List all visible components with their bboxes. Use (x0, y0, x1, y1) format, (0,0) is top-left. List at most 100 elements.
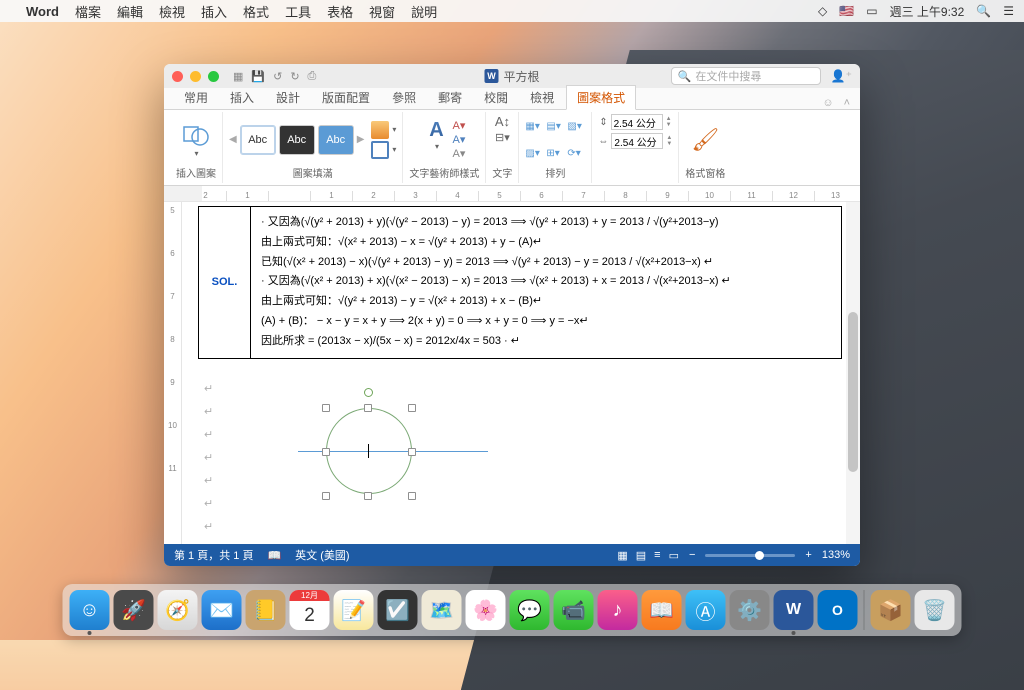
dock-ibooks[interactable]: 📖 (642, 590, 682, 630)
math-content[interactable]: · 又因為(√(y² + 2013) + y)(√(y² − 2013) − y… (251, 207, 841, 358)
tab-insert[interactable]: 插入 (220, 86, 264, 109)
menu-file[interactable]: 檔案 (75, 2, 101, 21)
resize-handle-w[interactable] (322, 448, 330, 456)
zoom-slider[interactable] (705, 554, 795, 557)
dock-launchpad[interactable]: 🚀 (114, 590, 154, 630)
resize-handle-e[interactable] (408, 448, 416, 456)
page-count[interactable]: 第 1 頁，共 1 頁 (174, 547, 253, 563)
dock-appstore[interactable]: Ⓐ (686, 590, 726, 630)
dock-calendar[interactable]: 12月2 (290, 590, 330, 630)
vertical-scrollbar[interactable] (846, 202, 860, 544)
dock-facetime[interactable]: 📹 (554, 590, 594, 630)
view-print-icon[interactable]: ▦ (617, 549, 627, 562)
dock-downloads[interactable]: 📦 (871, 590, 911, 630)
qat-save[interactable]: 💾 (251, 70, 265, 83)
position-btn[interactable]: ▦▾ (525, 121, 543, 132)
align-btn[interactable]: ⊞▾ (546, 148, 564, 159)
text-effects-btn[interactable]: A▾ (452, 147, 465, 160)
qat-btn[interactable]: ▦ (233, 70, 243, 83)
resize-handle-ne[interactable] (408, 404, 416, 412)
text-outline-btn[interactable]: A▾ (452, 133, 465, 146)
ribbon-smiley-icon[interactable]: ☺ (822, 97, 833, 109)
dock-safari[interactable]: 🧭 (158, 590, 198, 630)
qat-undo[interactable]: ↺ (273, 70, 282, 83)
style-prev[interactable]: ◀ (229, 134, 237, 145)
tab-home[interactable]: 常用 (174, 86, 218, 109)
qat-redo[interactable]: ↻ (290, 70, 299, 83)
dock-system-preferences[interactable]: ⚙️ (730, 590, 770, 630)
menu-edit[interactable]: 編輯 (117, 2, 143, 21)
shape-outline-button[interactable]: ▾ (371, 141, 396, 159)
vertical-ruler[interactable]: 5 6 7 8 9 10 11 (164, 202, 182, 544)
zoom-level[interactable]: 133% (822, 549, 850, 561)
dock-contacts[interactable]: 📒 (246, 590, 286, 630)
dock-notes[interactable]: 📝 (334, 590, 374, 630)
wifi-icon[interactable]: ◇ (818, 4, 827, 18)
clock[interactable]: 週三 上午9:32 (890, 3, 965, 20)
tab-review[interactable]: 校閱 (474, 86, 518, 109)
search-input[interactable]: 🔍 在文件中搜尋 (671, 67, 821, 85)
height-down[interactable]: ▼ (666, 122, 672, 128)
menu-table[interactable]: 表格 (327, 2, 353, 21)
menu-format[interactable]: 格式 (243, 2, 269, 21)
resize-handle-nw[interactable] (322, 404, 330, 412)
dock-photos[interactable]: 🌸 (466, 590, 506, 630)
shape-style-1[interactable]: Abc (240, 125, 276, 155)
zoom-button[interactable] (208, 71, 219, 82)
dock-finder[interactable]: ☺ (70, 590, 110, 630)
dock-itunes[interactable]: ♪ (598, 590, 638, 630)
align-text-btn[interactable]: ⊟▾ (495, 131, 510, 144)
menu-insert[interactable]: 插入 (201, 2, 227, 21)
style-next[interactable]: ▶ (357, 134, 365, 145)
tab-shape-format[interactable]: 圖案格式 (566, 85, 636, 110)
dock-word[interactable]: W (774, 590, 814, 630)
insert-shape-button[interactable]: ▾ (180, 118, 212, 162)
dock-mail[interactable]: ✉️ (202, 590, 242, 630)
dock-messages[interactable]: 💬 (510, 590, 550, 630)
text-direction-btn[interactable]: A↕ (495, 114, 510, 129)
tab-design[interactable]: 設計 (266, 86, 310, 109)
resize-handle-se[interactable] (408, 492, 416, 500)
resize-handle-n[interactable] (364, 404, 372, 412)
zoom-in[interactable]: + (805, 549, 811, 561)
battery-icon[interactable]: ▭ (866, 4, 877, 18)
dock-maps[interactable]: 🗺️ (422, 590, 462, 630)
input-source-icon[interactable]: 🇺🇸 (839, 4, 854, 18)
qat-print[interactable]: ⎙ (308, 70, 317, 83)
rotate-handle[interactable] (364, 388, 373, 397)
view-outline-icon[interactable]: ≡ (654, 549, 660, 562)
dock-trash[interactable]: 🗑️ (915, 590, 955, 630)
minimize-button[interactable] (190, 71, 201, 82)
send-back-btn[interactable]: ▨▾ (525, 148, 543, 159)
rotate-btn[interactable]: ⟳▾ (567, 148, 585, 159)
circle-shape[interactable] (326, 408, 412, 494)
document-area[interactable]: SOL. · 又因為(√(y² + 2013) + y)(√(y² − 2013… (182, 202, 860, 544)
zoom-slider-thumb[interactable] (755, 551, 764, 560)
scroll-thumb[interactable] (848, 312, 858, 472)
shape-style-3[interactable]: Abc (318, 125, 354, 155)
shape-height-input[interactable] (611, 114, 663, 130)
view-web-icon[interactable]: ▤ (636, 549, 646, 562)
wrap-btn[interactable]: ▤▾ (546, 121, 564, 132)
spotlight-icon[interactable]: 🔍 (976, 4, 991, 18)
dock-reminders[interactable]: ☑️ (378, 590, 418, 630)
spellcheck-icon[interactable]: 📖 (267, 549, 281, 562)
horizontal-ruler[interactable]: 2 1 1 2 3 4 5 6 7 8 9 10 11 12 13 (164, 186, 860, 202)
dock-outlook[interactable]: O (818, 590, 858, 630)
tab-layout[interactable]: 版面配置 (312, 86, 380, 109)
format-pane-button[interactable]: 🖌 (691, 127, 719, 153)
language-status[interactable]: 英文 (美國) (295, 547, 349, 563)
shape-fill-button[interactable]: ▾ (371, 121, 396, 139)
ribbon-collapse-icon[interactable]: ˄ (844, 97, 850, 109)
close-button[interactable] (172, 71, 183, 82)
bring-fwd-btn[interactable]: ▧▾ (567, 121, 585, 132)
zoom-out[interactable]: − (689, 549, 695, 561)
selected-shape[interactable] (308, 402, 432, 500)
menu-help[interactable]: 說明 (411, 2, 437, 21)
shape-style-2[interactable]: Abc (279, 125, 315, 155)
tab-mailings[interactable]: 郵寄 (428, 86, 472, 109)
account-icon[interactable]: 👤⁺ (831, 69, 852, 83)
tab-references[interactable]: 參照 (382, 86, 426, 109)
shape-width-input[interactable] (611, 133, 663, 149)
menu-view[interactable]: 檢視 (159, 2, 185, 21)
